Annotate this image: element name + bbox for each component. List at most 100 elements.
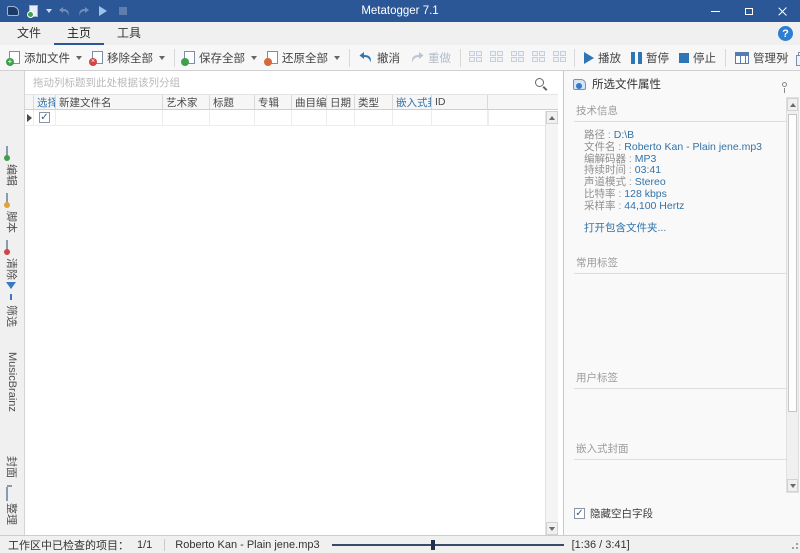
toolbar-separator (574, 49, 575, 67)
properties-panel-header: 所选文件属性 (564, 71, 800, 97)
manage-columns-icon (735, 52, 749, 64)
group-by-panel[interactable]: 拖动列标题到此处根据该列分组 (25, 71, 558, 95)
stop-button[interactable]: 停止 (674, 47, 721, 69)
hide-empty-fields-checkbox[interactable]: ✓ (574, 508, 585, 519)
toolbar-separator (174, 49, 175, 67)
quick-save-dropdown-icon[interactable] (46, 9, 52, 13)
tab-home[interactable]: 主页 (54, 22, 104, 45)
scroll-down-icon (790, 484, 796, 488)
workspace-button[interactable]: 工作空间 (793, 47, 800, 69)
tab-tools[interactable]: 工具 (104, 22, 154, 45)
organize-icon (6, 486, 18, 498)
panel-scroll-down-button[interactable] (787, 479, 798, 492)
column-header-track-number[interactable]: 曲目编号 (292, 95, 327, 109)
help-icon[interactable]: ? (778, 26, 793, 41)
grid-vertical-scrollbar[interactable] (545, 111, 558, 535)
ribbon-toolbar: + 添加文件 × 移除全部 保存全部 还原全部 撤消 重做 (0, 45, 800, 71)
left-sidebar: 编辑 脚本 清除 筛选 MusicBrainz 封面 整理 (0, 71, 25, 535)
column-header-new-filename[interactable]: 新建文件名 (56, 95, 163, 109)
hide-empty-fields-row[interactable]: ✓ 隐藏空白字段 (574, 506, 653, 521)
play-button[interactable]: 播放 (579, 47, 626, 69)
panel-scroll-up-button[interactable] (787, 98, 798, 111)
column-header-date[interactable]: 日期 (327, 95, 355, 109)
quick-save-icon[interactable] (26, 4, 40, 18)
scroll-up-button[interactable] (546, 111, 558, 124)
hide-empty-fields-label: 隐藏空白字段 (590, 506, 653, 521)
tab-file[interactable]: 文件 (4, 22, 54, 45)
row-focus-arrow-icon (27, 114, 32, 122)
statusbar-separator (164, 539, 165, 551)
restore-all-button[interactable]: 还原全部 (262, 47, 345, 69)
row-select-cell[interactable]: ✓ (34, 110, 56, 125)
scroll-down-button[interactable] (546, 522, 558, 535)
sidebar-item-clean[interactable]: 清除 (1, 241, 23, 280)
playback-slider[interactable] (332, 539, 564, 551)
remove-all-dropdown-icon[interactable] (159, 56, 165, 60)
file-grid: 拖动列标题到此处根据该列分组 选择 新建文件名 艺术家 标题 专辑 曲目编号 日… (25, 71, 558, 535)
cell-track-number[interactable] (292, 110, 327, 125)
cell-album[interactable] (255, 110, 292, 125)
search-icon[interactable] (535, 78, 544, 87)
row-checkbox[interactable]: ✓ (39, 112, 50, 123)
group-by-hint: 拖动列标题到此处根据该列分组 (33, 75, 180, 90)
cell-genre[interactable] (355, 110, 393, 125)
sidebar-item-edit[interactable]: 编辑 (1, 147, 23, 186)
sidebar-item-organize[interactable]: 整理 (1, 486, 23, 525)
musicbrainz-icon (6, 335, 18, 347)
selected-file-properties-panel: 所选文件属性 技术信息 路径 : D:\B 文件名 : Roberto Kan … (563, 71, 800, 535)
items-checked-label: 工作区中已检查的项目： (0, 537, 129, 553)
sidebar-item-scripts[interactable]: 脚本 (1, 194, 23, 233)
quick-stop-icon[interactable] (116, 4, 130, 18)
sidebar-item-filter[interactable]: 筛选 (1, 288, 23, 327)
save-all-icon (184, 51, 195, 64)
column-header-embedded-cover[interactable]: 嵌入式封面 (393, 95, 432, 109)
pause-button[interactable]: 暂停 (626, 47, 674, 69)
column-header-title[interactable]: 标题 (210, 95, 255, 109)
column-header-filler (488, 95, 558, 109)
remove-all-button[interactable]: × 移除全部 (87, 47, 170, 69)
sidebar-item-musicbrainz[interactable]: MusicBrainz (1, 335, 23, 412)
scroll-up-icon (549, 116, 555, 120)
cell-artist[interactable] (163, 110, 210, 125)
table-row[interactable]: ✓ (25, 110, 558, 126)
pin-icon[interactable] (782, 82, 787, 87)
add-files-dropdown-icon[interactable] (76, 56, 82, 60)
column-header-select[interactable]: 选择 (34, 95, 56, 109)
panel-scroll-thumb[interactable] (788, 114, 797, 412)
playback-thumb[interactable] (431, 540, 435, 550)
restore-all-dropdown-icon[interactable] (334, 56, 340, 60)
cell-title[interactable] (210, 110, 255, 125)
cell-date[interactable] (327, 110, 355, 125)
workspace-layout-1-icon (469, 51, 482, 64)
ribbon-collapse-button[interactable] (780, 52, 792, 60)
toolbar-separator (460, 49, 461, 67)
panel-vertical-scrollbar[interactable] (786, 97, 799, 493)
cover-icon (6, 439, 18, 451)
resize-grip[interactable] (790, 543, 798, 551)
play-icon (584, 52, 594, 64)
workspace-layout-2-icon (490, 51, 503, 64)
add-files-button[interactable]: + 添加文件 (4, 47, 87, 69)
cell-id[interactable] (432, 110, 488, 125)
cell-embedded-cover[interactable] (393, 110, 432, 125)
playback-time: [1:36 / 3:41] (572, 539, 630, 551)
close-button[interactable] (766, 0, 800, 22)
column-header-album[interactable]: 专辑 (255, 95, 292, 109)
window-controls (698, 0, 800, 22)
column-header-genre[interactable]: 类型 (355, 95, 393, 109)
column-header-artist[interactable]: 艺术家 (163, 95, 210, 109)
quick-play-icon[interactable] (96, 4, 110, 18)
undo-button[interactable]: 撤消 (354, 47, 405, 69)
sidebar-item-covers[interactable]: 封面 (1, 439, 23, 478)
cell-new-filename[interactable] (56, 110, 163, 125)
section-technical-info: 技术信息 (574, 97, 790, 122)
minimize-button[interactable] (698, 0, 732, 22)
quick-redo-icon (77, 6, 90, 17)
maximize-button[interactable] (732, 0, 766, 22)
scroll-up-icon (790, 103, 796, 107)
workspace-layout-5-icon (553, 51, 566, 64)
open-containing-folder-link[interactable]: 打开包含文件夹... (564, 213, 800, 235)
save-all-button[interactable]: 保存全部 (179, 47, 262, 69)
save-all-dropdown-icon[interactable] (251, 56, 257, 60)
column-header-id[interactable]: ID (432, 95, 488, 109)
